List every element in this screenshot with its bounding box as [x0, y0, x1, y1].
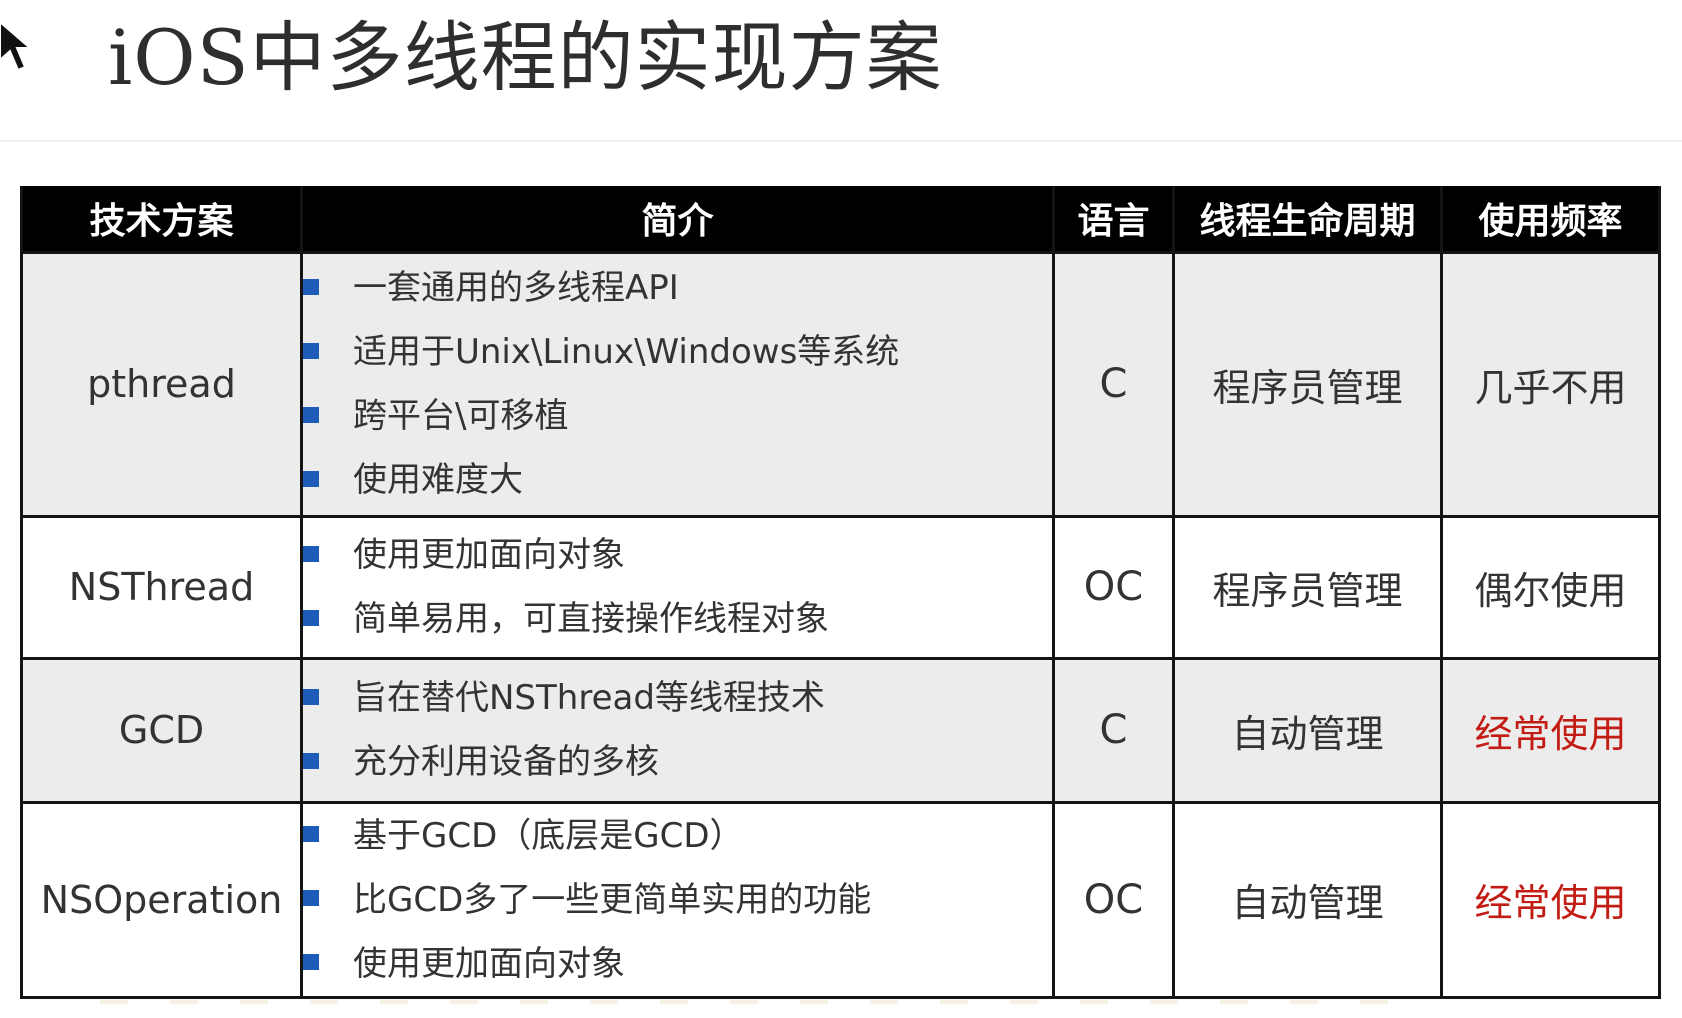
- description-point: 适用于Unix\Linux\Windows等系统: [303, 320, 1052, 384]
- description-point: 一套通用的多线程API: [303, 256, 1052, 320]
- description-point-text: 简单易用，可直接操作线程对象: [353, 599, 829, 639]
- description-point-text: 旨在替代NSThread等线程技术: [353, 678, 825, 718]
- table-header-row: 技术方案 简介 语言 线程生命周期 使用频率: [20, 186, 1661, 252]
- frequency-cell: 几乎不用: [1440, 250, 1661, 518]
- description-point-text: 比GCD多了一些更简单实用的功能: [353, 879, 872, 920]
- square-bullet-icon: [303, 752, 319, 769]
- language-cell: C: [1052, 250, 1175, 518]
- lifecycle-cell: 程序员管理: [1172, 514, 1443, 660]
- square-bullet-icon: [303, 278, 319, 295]
- square-bullet-icon: [303, 609, 319, 626]
- description-point: 简单易用，可直接操作线程对象: [303, 587, 1052, 651]
- description-point-text: 适用于Unix\Linux\Windows等系统: [353, 332, 900, 372]
- bottom-decoration: [100, 1000, 1420, 1004]
- language-cell: C: [1052, 656, 1175, 804]
- description-point: 跨平台\可移植: [303, 384, 1052, 448]
- mouse-pointer-icon: [0, 20, 33, 72]
- description-point-text: 使用更加面向对象: [353, 535, 625, 575]
- frequency-cell: 经常使用: [1440, 800, 1661, 999]
- square-bullet-icon: [303, 342, 319, 359]
- description-point-text: 跨平台\可移植: [353, 396, 569, 436]
- description-point-text: 使用更加面向对象: [353, 943, 625, 984]
- header-technology: 技术方案: [20, 186, 303, 252]
- square-bullet-icon: [303, 470, 319, 487]
- description-point: 比GCD多了一些更简单实用的功能: [303, 868, 1052, 932]
- description-point: 使用难度大: [303, 448, 1052, 512]
- language-cell: OC: [1052, 514, 1175, 660]
- frequency-cell: 经常使用: [1440, 656, 1661, 804]
- square-bullet-icon: [303, 954, 319, 970]
- technology-name: GCD: [20, 656, 303, 804]
- header-lifecycle: 线程生命周期: [1172, 186, 1443, 252]
- description-cell: 一套通用的多线程API 适用于Unix\Linux\Windows等系统 跨平台…: [300, 250, 1055, 518]
- square-bullet-icon: [303, 890, 319, 906]
- description-cell: 旨在替代NSThread等线程技术 充分利用设备的多核: [300, 656, 1055, 804]
- description-point: 旨在替代NSThread等线程技术: [303, 666, 1052, 730]
- description-point: 使用更加面向对象: [303, 523, 1052, 587]
- language-cell: OC: [1052, 800, 1175, 999]
- square-bullet-icon: [303, 826, 319, 842]
- description-point-text: 基于GCD（底层是GCD）: [353, 815, 744, 856]
- description-point: 基于GCD（底层是GCD）: [303, 804, 1052, 868]
- table-row-gcd: GCD 旨在替代NSThread等线程技术 充分利用设备的多核 C 自动管理 经…: [20, 656, 1661, 804]
- technology-name: NSThread: [20, 514, 303, 660]
- table-row-nsthread: NSThread 使用更加面向对象 简单易用，可直接操作线程对象 OC 程序员管…: [20, 514, 1661, 660]
- frequency-cell: 偶尔使用: [1440, 514, 1661, 660]
- lifecycle-cell: 自动管理: [1172, 656, 1443, 804]
- header-description: 简介: [300, 186, 1055, 252]
- square-bullet-icon: [303, 545, 319, 562]
- lifecycle-cell: 程序员管理: [1172, 250, 1443, 518]
- threading-solutions-table: 技术方案 简介 语言 线程生命周期 使用频率 pthread 一套通用的多线程A…: [20, 186, 1661, 999]
- table-row-nsoperation: NSOperation 基于GCD（底层是GCD） 比GCD多了一些更简单实用的…: [20, 800, 1661, 999]
- table-row-pthread: pthread 一套通用的多线程API 适用于Unix\Linux\Window…: [20, 250, 1661, 518]
- title-divider: [0, 140, 1682, 142]
- description-cell: 基于GCD（底层是GCD） 比GCD多了一些更简单实用的功能 使用更加面向对象: [300, 800, 1055, 999]
- description-point: 充分利用设备的多核: [303, 730, 1052, 794]
- description-point-text: 一套通用的多线程API: [353, 268, 679, 308]
- technology-name: pthread: [20, 250, 303, 518]
- description-point-text: 使用难度大: [353, 460, 523, 500]
- header-language: 语言: [1052, 186, 1175, 252]
- description-point-text: 充分利用设备的多核: [353, 742, 659, 782]
- square-bullet-icon: [303, 406, 319, 423]
- lifecycle-cell: 自动管理: [1172, 800, 1443, 999]
- description-cell: 使用更加面向对象 简单易用，可直接操作线程对象: [300, 514, 1055, 660]
- header-frequency: 使用频率: [1440, 186, 1661, 252]
- technology-name: NSOperation: [20, 800, 303, 999]
- slide-title: iOS中多线程的实现方案: [108, 13, 943, 102]
- square-bullet-icon: [303, 688, 319, 705]
- description-point: 使用更加面向对象: [303, 932, 1052, 996]
